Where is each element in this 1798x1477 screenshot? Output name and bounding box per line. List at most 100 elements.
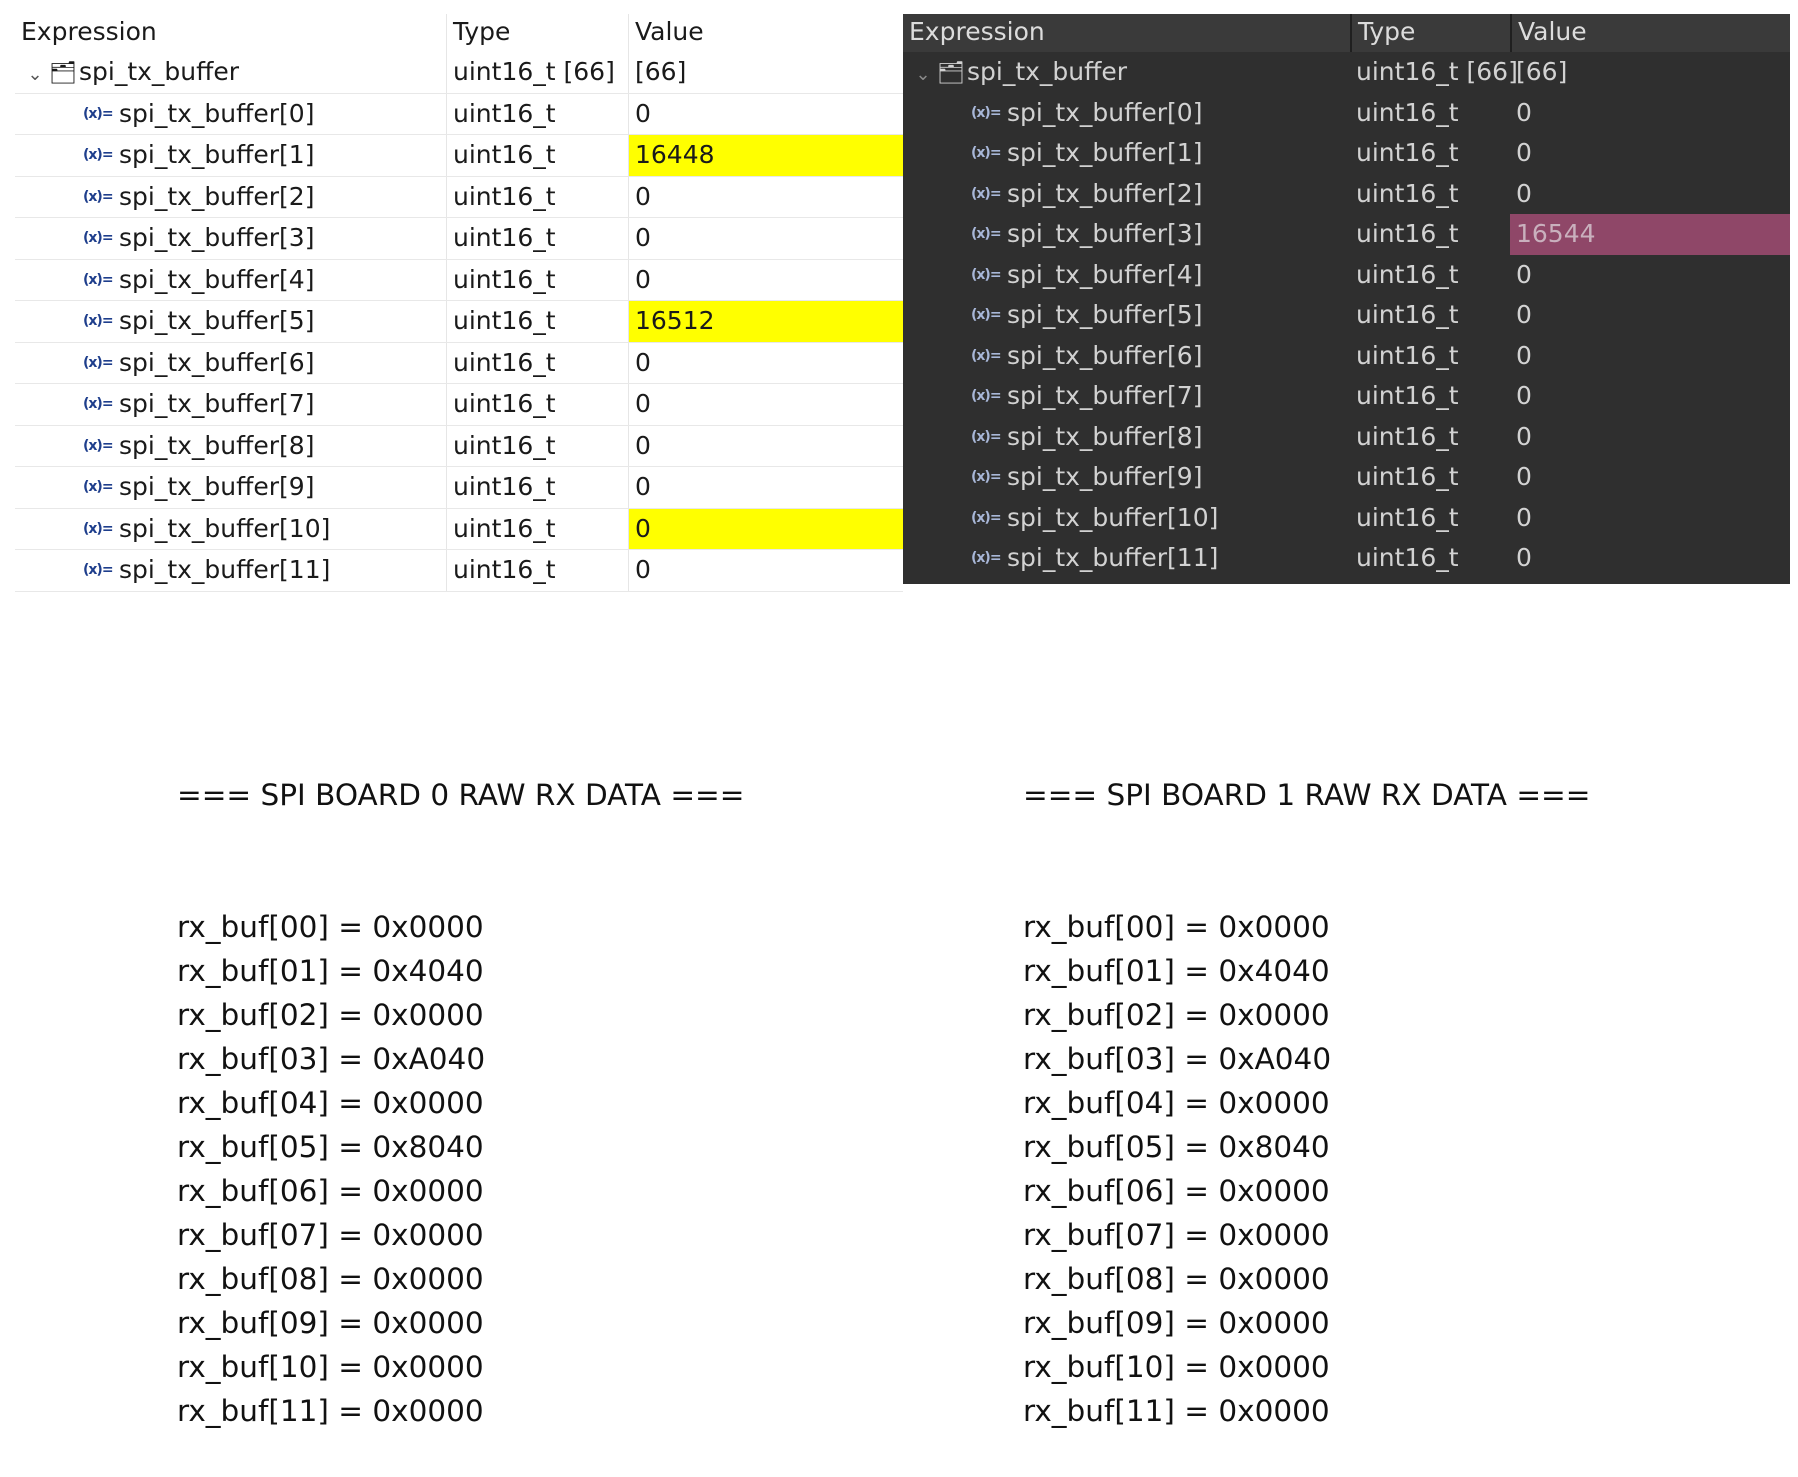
expression-name: spi_tx_buffer[11] <box>119 555 331 584</box>
type-cell: uint16_t <box>446 467 628 508</box>
type-cell: uint16_t <box>1356 219 1459 248</box>
value-cell[interactable]: [66] <box>1510 52 1790 93</box>
tree-row[interactable]: (x)= spi_tx_buffer[5] uint16_t 16512 <box>15 301 903 343</box>
expression-cell: (x)= spi_tx_buffer[10] <box>15 509 446 550</box>
tree-row[interactable]: (x)= spi_tx_buffer[11] uint16_t 0 <box>903 538 1790 579</box>
expression-name: spi_tx_buffer[4] <box>1007 259 1203 289</box>
tree-row[interactable]: (x)= spi_tx_buffer[10] uint16_t 0 <box>903 498 1790 539</box>
value-cell[interactable]: 0 <box>1510 295 1790 336</box>
tree-row[interactable]: (x)= spi_tx_buffer[9] uint16_t 0 <box>15 467 903 509</box>
column-header-value[interactable]: Value <box>628 14 903 52</box>
value-cell[interactable]: 0 <box>1510 255 1790 296</box>
expression-cell: (x)= spi_tx_buffer[6] <box>15 343 446 384</box>
rx-line: rx_buf[02] = 0x0000 <box>177 998 484 1032</box>
value-cell[interactable]: 0 <box>628 384 903 425</box>
rx-line: rx_buf[05] = 0x8040 <box>177 1130 484 1164</box>
column-headers: Expression Type Value <box>15 14 903 52</box>
expression-name: spi_tx_buffer[4] <box>119 264 315 294</box>
rx-line: rx_buf[11] = 0x0000 <box>177 1394 484 1428</box>
value-cell[interactable]: 0 <box>628 93 903 134</box>
tree-row-parent[interactable]: ⌄ 🗂spi_tx_buffer uint16_t [66] [66] <box>15 52 903 94</box>
expression-cell: (x)= spi_tx_buffer[2] <box>903 174 1350 215</box>
type-cell: uint16_t <box>1356 300 1459 329</box>
tree-row[interactable]: (x)= spi_tx_buffer[9] uint16_t 0 <box>903 457 1790 498</box>
tree-row[interactable]: (x)= spi_tx_buffer[8] uint16_t 0 <box>15 425 903 467</box>
value-cell[interactable]: 0 <box>628 176 903 217</box>
variable-icon: (x)= <box>971 388 1002 404</box>
variable-icon: (x)= <box>83 354 114 371</box>
folder-variable-icon: 🗂 <box>49 61 77 86</box>
tree-row[interactable]: (x)= spi_tx_buffer[2] uint16_t 0 <box>15 176 903 218</box>
tree-row[interactable]: (x)= spi_tx_buffer[11] uint16_t 0 <box>15 550 903 592</box>
type-cell: uint16_t [66] <box>1356 57 1518 86</box>
expression-name: spi_tx_buffer[2] <box>119 181 315 211</box>
tree-row[interactable]: (x)= spi_tx_buffer[6] uint16_t 0 <box>15 342 903 384</box>
value-cell[interactable]: 0 <box>628 550 903 591</box>
variable-icon: (x)= <box>971 509 1002 526</box>
column-header-value[interactable]: Value <box>1510 14 1790 52</box>
expression-cell: (x)= spi_tx_buffer[11] <box>15 550 446 591</box>
expression-name: spi_tx_buffer[7] <box>1007 381 1203 410</box>
value-cell[interactable]: 0 <box>628 342 903 383</box>
value-cell[interactable]: 0 <box>1510 376 1790 417</box>
expression-cell: (x)= spi_tx_buffer[9] <box>903 457 1350 498</box>
tree-row[interactable]: (x)= spi_tx_buffer[10] uint16_t 0 <box>15 508 903 550</box>
tree-row[interactable]: (x)= spi_tx_buffer[7] uint16_t 0 <box>903 376 1790 417</box>
tree-row[interactable]: (x)= spi_tx_buffer[0] uint16_t 0 <box>903 93 1790 134</box>
value-cell[interactable]: 0 <box>628 259 903 300</box>
value-cell[interactable]: 0 <box>1510 133 1790 174</box>
tree-row[interactable]: (x)= spi_tx_buffer[8] uint16_t 0 <box>903 417 1790 458</box>
value-cell[interactable]: 0 <box>628 467 903 508</box>
chevron-down-icon[interactable]: ⌄ <box>23 55 47 95</box>
value-cell[interactable]: 0 <box>628 425 903 466</box>
variable-icon: (x)= <box>83 396 114 412</box>
tree-row[interactable]: (x)= spi_tx_buffer[5] uint16_t 0 <box>903 295 1790 336</box>
expression-cell: (x)= spi_tx_buffer[4] <box>903 255 1350 296</box>
tree-row[interactable]: (x)= spi_tx_buffer[7] uint16_t 0 <box>15 384 903 426</box>
tree-row[interactable]: (x)= spi_tx_buffer[0] uint16_t 0 <box>15 93 903 135</box>
expression-name: spi_tx_buffer[10] <box>1007 502 1219 532</box>
expression-cell: (x)= spi_tx_buffer[9] <box>15 467 446 508</box>
chevron-down-icon[interactable]: ⌄ <box>911 55 935 95</box>
column-header-type[interactable]: Type <box>446 14 628 52</box>
value-cell[interactable]: 0 <box>628 218 903 259</box>
rx-line: rx_buf[01] = 0x4040 <box>177 954 484 988</box>
value-cell[interactable]: 16512 <box>628 301 903 342</box>
tree-row[interactable]: (x)= spi_tx_buffer[6] uint16_t 0 <box>903 336 1790 377</box>
expression-cell: (x)= spi_tx_buffer[3] <box>15 218 446 259</box>
value-cell[interactable]: 0 <box>1510 498 1790 539</box>
value-cell[interactable]: [66] <box>628 52 903 93</box>
value-cell[interactable]: 0 <box>1510 538 1790 579</box>
column-header-expression[interactable]: Expression <box>903 14 1350 52</box>
value-cell[interactable]: 16544 <box>1510 214 1790 255</box>
expression-name: spi_tx_buffer[9] <box>1007 462 1203 491</box>
type-cell: uint16_t <box>446 550 628 591</box>
value-cell[interactable]: 16448 <box>628 135 903 176</box>
rx-data-board-1: === SPI BOARD 1 RAW RX DATA === rx_buf[0… <box>1023 685 1591 1477</box>
value-cell[interactable]: 0 <box>1510 336 1790 377</box>
expression-name: spi_tx_buffer <box>79 57 240 86</box>
value-cell[interactable]: 0 <box>1510 93 1790 134</box>
type-cell: uint16_t <box>446 342 628 383</box>
tree-row-parent[interactable]: ⌄ 🗂spi_tx_buffer uint16_t [66] [66] <box>903 52 1790 93</box>
value-cell[interactable]: 0 <box>1510 417 1790 458</box>
expression-name: spi_tx_buffer[0] <box>119 98 315 128</box>
value-cell[interactable]: 0 <box>628 508 903 549</box>
tree-row[interactable]: (x)= spi_tx_buffer[2] uint16_t 0 <box>903 174 1790 215</box>
tree-row[interactable]: (x)= spi_tx_buffer[4] uint16_t 0 <box>15 259 903 301</box>
rx-line: rx_buf[08] = 0x0000 <box>1023 1262 1330 1296</box>
expression-cell: (x)= spi_tx_buffer[5] <box>903 295 1350 336</box>
tree-row[interactable]: (x)= spi_tx_buffer[1] uint16_t 0 <box>903 133 1790 174</box>
expression-name: spi_tx_buffer[3] <box>1007 219 1203 248</box>
column-header-type[interactable]: Type <box>1350 14 1510 52</box>
variable-icon: (x)= <box>83 271 114 288</box>
tree-row[interactable]: (x)= spi_tx_buffer[4] uint16_t 0 <box>903 255 1790 296</box>
tree-row[interactable]: (x)= spi_tx_buffer[3] uint16_t 0 <box>15 218 903 260</box>
tree-row[interactable]: (x)= spi_tx_buffer[3] uint16_t 16544 <box>903 214 1790 255</box>
expression-name: spi_tx_buffer[1] <box>119 140 315 169</box>
tree-row[interactable]: (x)= spi_tx_buffer[1] uint16_t 16448 <box>15 135 903 177</box>
column-header-expression[interactable]: Expression <box>15 14 446 52</box>
expression-name: spi_tx_buffer[8] <box>1007 421 1203 451</box>
value-cell[interactable]: 0 <box>1510 457 1790 498</box>
value-cell[interactable]: 0 <box>1510 174 1790 215</box>
